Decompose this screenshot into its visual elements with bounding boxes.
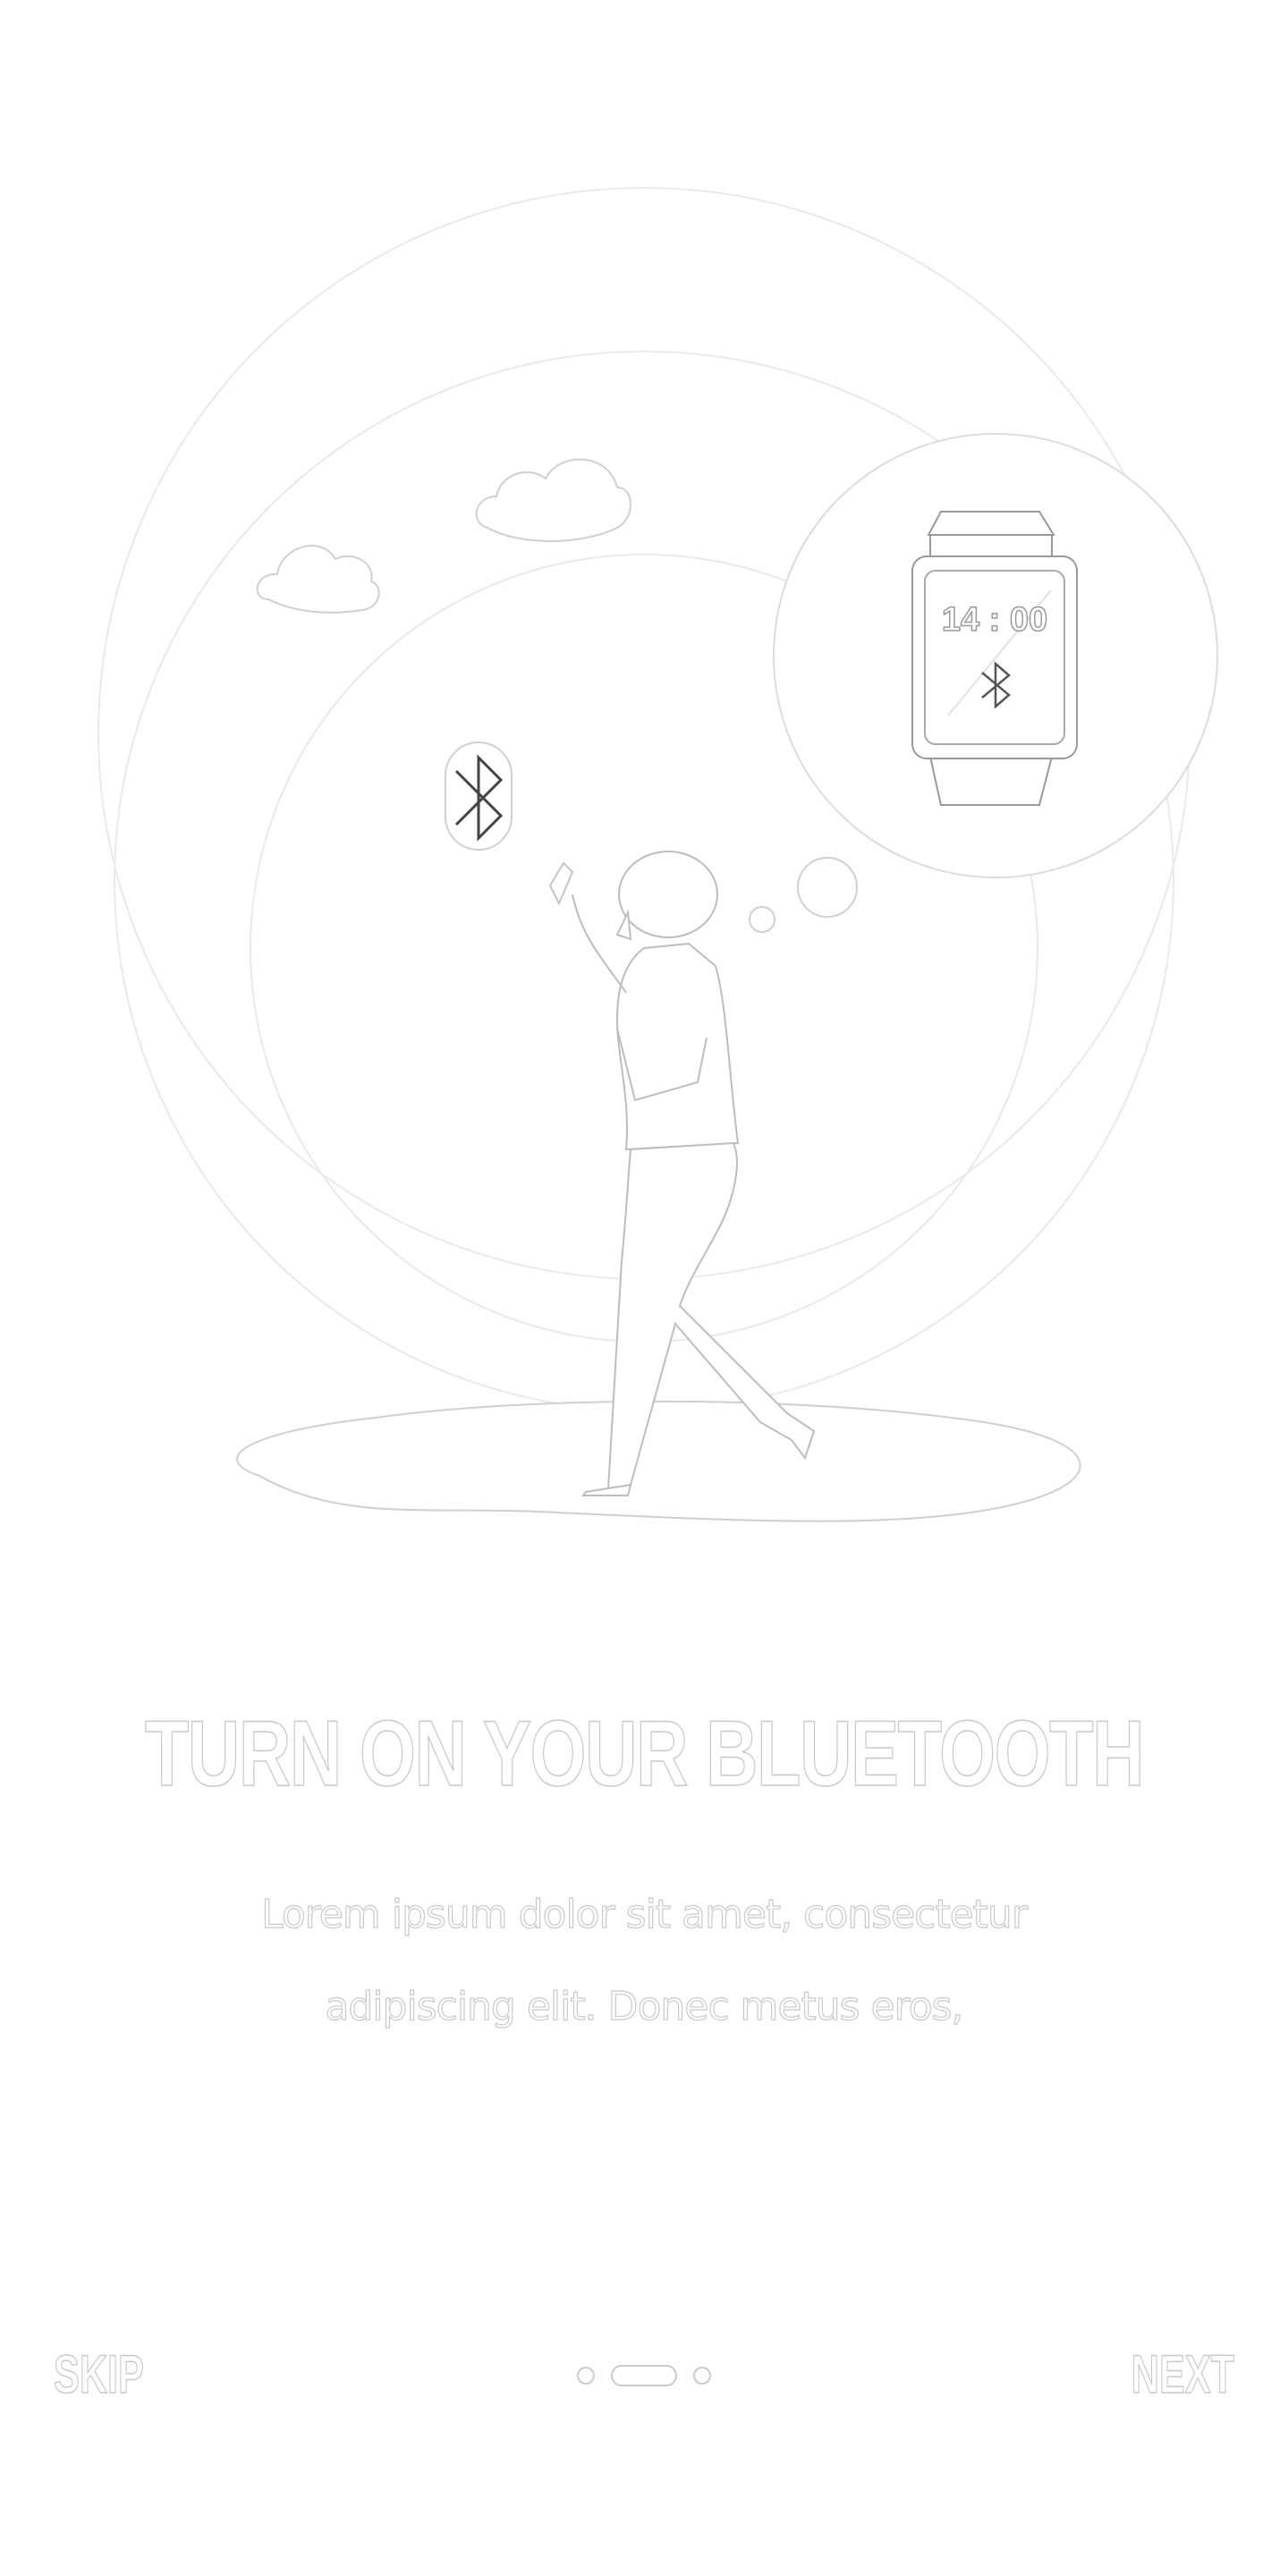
- page-dot-3[interactable]: [693, 2367, 711, 2385]
- thought-bubble-small: [749, 906, 775, 933]
- onboarding-illustration: 14 : 00: [97, 187, 1218, 1522]
- ground-ellipse: [236, 1400, 1081, 1522]
- cloud-icon: [256, 458, 631, 614]
- page-dot-1[interactable]: [577, 2367, 595, 2385]
- description-line-2: adipiscing elit. Donec metus eros,: [325, 1983, 964, 2029]
- page-dot-2-active[interactable]: [611, 2365, 677, 2386]
- page-title: TURN ON YOUR BLUETOOTH: [144, 1701, 1145, 1807]
- watch-time: 14 : 00: [942, 601, 1047, 639]
- thought-bubble-medium: [797, 857, 858, 918]
- bluetooth-icon: [445, 741, 513, 851]
- description-line-1: Lorem ipsum dolor sit amet, consectetur: [260, 1891, 1028, 1937]
- page-indicator: [0, 2365, 1288, 2386]
- next-button[interactable]: NEXT: [1131, 2343, 1234, 2406]
- person-figure: [548, 851, 816, 1496]
